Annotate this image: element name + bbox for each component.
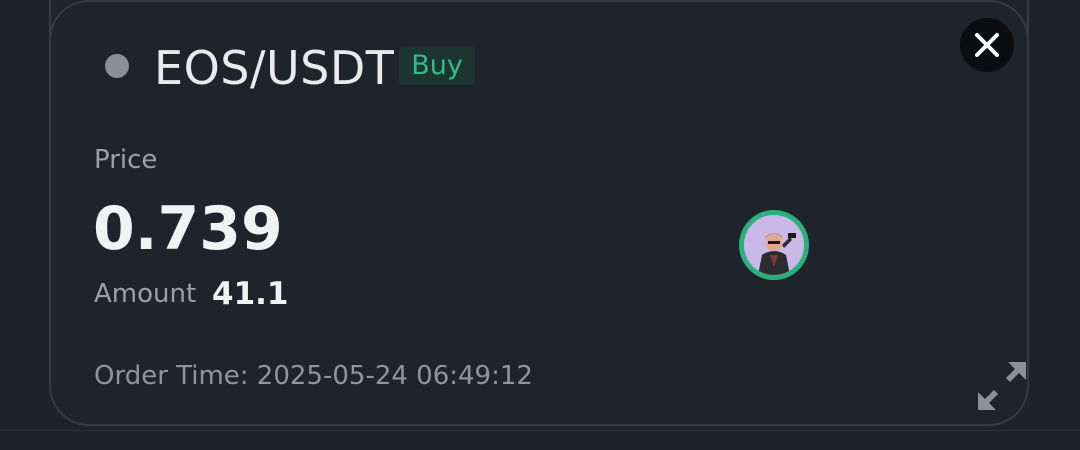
avatar[interactable] xyxy=(739,210,809,280)
amount-value: 41.1 xyxy=(212,276,289,312)
order-time: Order Time: 2025-05-24 06:49:12 xyxy=(94,361,533,391)
expand-icon xyxy=(978,362,1026,410)
price-label: Price xyxy=(94,145,158,175)
close-icon xyxy=(975,33,999,57)
amount-label: Amount xyxy=(94,279,197,309)
avatar-image xyxy=(744,215,804,275)
expand-button[interactable] xyxy=(974,358,1030,414)
side-badge: Buy xyxy=(399,47,475,85)
status-dot-icon xyxy=(105,54,129,78)
bottom-divider xyxy=(0,430,1080,431)
trading-pair: EOS/USDT xyxy=(154,41,395,95)
order-card-top-border xyxy=(49,0,1029,40)
close-button[interactable] xyxy=(960,18,1014,72)
price-value: 0.739 xyxy=(93,194,283,264)
